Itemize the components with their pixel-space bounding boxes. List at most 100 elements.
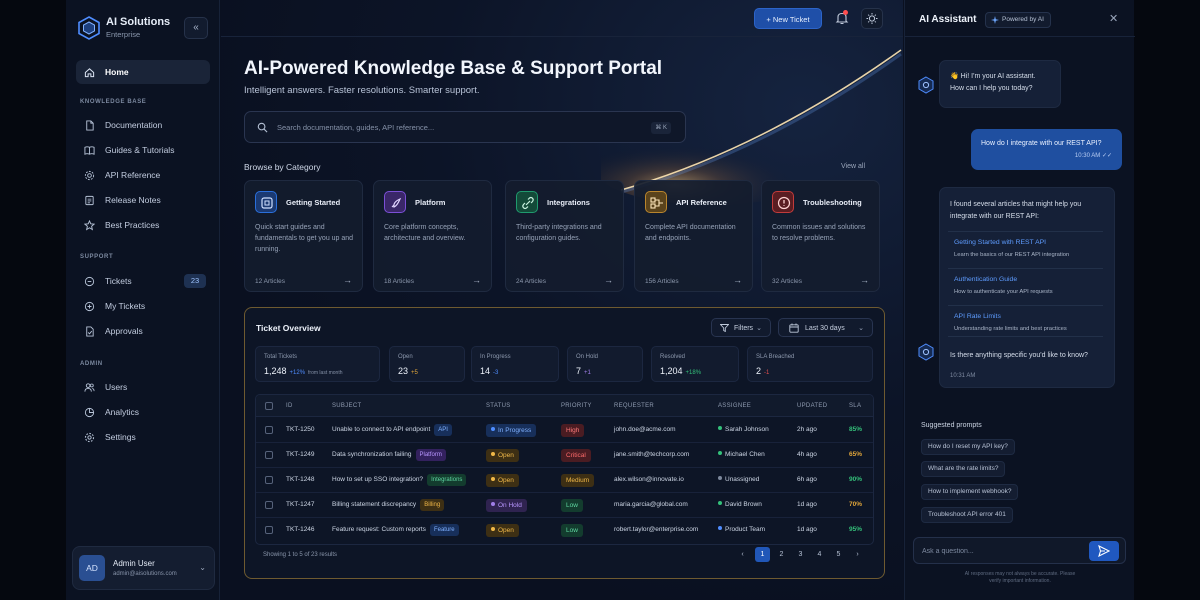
- ticket-subject[interactable]: Billing statement discrepancy: [332, 501, 416, 508]
- sidebar-item-release-notes[interactable]: Release Notes: [76, 188, 210, 212]
- pagination-page-4[interactable]: 4: [812, 547, 827, 562]
- table-row[interactable]: TKT-1247 Billing statement discrepancy Bi…: [256, 493, 873, 518]
- gear-icon: [84, 170, 95, 180]
- suggested-prompt[interactable]: What are the rate limits?: [921, 461, 1006, 477]
- send-button[interactable]: [1089, 541, 1119, 561]
- column-header-id[interactable]: ID: [286, 403, 293, 409]
- column-header-priority[interactable]: PRIORITY: [561, 403, 592, 409]
- sidebar-item-tickets[interactable]: Tickets 23: [76, 269, 210, 293]
- search-input[interactable]: [277, 118, 637, 136]
- sidebar-item-api-reference[interactable]: API Reference: [76, 163, 210, 187]
- pagination-page-2[interactable]: 2: [774, 547, 789, 562]
- sidebar: AI Solutions Enterprise « Home KNOWLEDGE…: [66, 0, 220, 600]
- table-row[interactable]: TKT-1248 How to set up SSO integration? I…: [256, 468, 873, 493]
- column-header-status[interactable]: STATUS: [486, 403, 511, 409]
- ticket-id[interactable]: TKT-1250: [286, 426, 315, 433]
- suggested-prompt[interactable]: How to implement webhook?: [921, 484, 1019, 500]
- pagination-next-button[interactable]: ›: [850, 547, 865, 562]
- row-checkbox[interactable]: [265, 476, 273, 484]
- row-checkbox[interactable]: [265, 426, 273, 434]
- table-row[interactable]: TKT-1250 Unable to connect to API endpoi…: [256, 418, 873, 443]
- stat-value: 2: [756, 366, 762, 376]
- category-title: Getting Started: [286, 198, 341, 207]
- suggested-prompt[interactable]: How do I reset my API key?: [921, 439, 1015, 455]
- row-checkbox[interactable]: [265, 501, 273, 509]
- column-header-updated[interactable]: UPDATED: [797, 403, 827, 409]
- view-all-link[interactable]: View all: [841, 163, 865, 170]
- row-checkbox[interactable]: [265, 451, 273, 459]
- status-text: Open: [498, 527, 514, 534]
- collapse-sidebar-button[interactable]: «: [184, 17, 208, 39]
- column-header-subject[interactable]: SUBJECT: [332, 403, 361, 409]
- column-header-sla[interactable]: SLA: [849, 403, 861, 409]
- category-card-platform[interactable]: Platform Core platform concepts, archite…: [373, 180, 492, 292]
- article-link-card[interactable]: Authentication Guide How to authenticate…: [948, 268, 1103, 298]
- pagination-summary: Showing 1 to 5 of 23 results: [263, 552, 338, 558]
- priority-badge: Low: [561, 499, 583, 512]
- ticket-id[interactable]: TKT-1249: [286, 451, 315, 458]
- suggested-prompt[interactable]: Troubleshoot API error 401: [921, 507, 1013, 523]
- category-card-getting-started[interactable]: Getting Started Quick start guides and f…: [244, 180, 363, 292]
- pagination-page-1[interactable]: 1: [755, 547, 770, 562]
- article-link-title[interactable]: Authentication Guide: [954, 274, 1017, 286]
- assistant-title: AI Assistant: [919, 14, 977, 25]
- user-profile-card[interactable]: AD Admin User admin@aisolutions.com ⌄: [72, 546, 215, 590]
- article-link-title[interactable]: API Rate Limits: [954, 311, 1001, 323]
- table-row[interactable]: TKT-1249 Data synchronization failing Pla…: [256, 443, 873, 468]
- article-link-title[interactable]: Getting Started with REST API: [954, 237, 1046, 249]
- sidebar-item-approvals[interactable]: Approvals: [76, 319, 210, 343]
- category-card-integrations[interactable]: Integrations Third-party integrations an…: [505, 180, 624, 292]
- article-link-card[interactable]: Getting Started with REST API Learn the …: [948, 231, 1103, 261]
- category-card-troubleshooting[interactable]: Troubleshooting Common issues and soluti…: [761, 180, 880, 292]
- notification-dot: [843, 10, 848, 15]
- close-icon[interactable]: ✕: [1109, 12, 1118, 25]
- pagination-prev-button[interactable]: ‹: [735, 547, 750, 562]
- ticket-subject[interactable]: Unable to connect to API endpoint: [332, 426, 430, 433]
- article-link-description: Understanding rate limits and best pract…: [954, 326, 1067, 332]
- column-header-requester[interactable]: REQUESTER: [614, 403, 654, 409]
- row-checkbox[interactable]: [265, 526, 273, 534]
- search-bar[interactable]: ⌘ K: [244, 111, 686, 143]
- user-email: admin@aisolutions.com: [113, 571, 177, 577]
- date-range-select[interactable]: Last 30 days ⌄: [778, 318, 873, 337]
- ticket-subject[interactable]: Feature request: Custom reports: [332, 526, 426, 533]
- table-row[interactable]: TKT-1246 Feature request: Custom reports…: [256, 518, 873, 543]
- ticket-id[interactable]: TKT-1248: [286, 476, 315, 483]
- sidebar-item-settings[interactable]: Settings: [76, 425, 210, 449]
- status-dot: [491, 427, 495, 432]
- topbar-divider: [221, 36, 903, 37]
- ask-question-input[interactable]: [922, 544, 1082, 558]
- pagination-page-5[interactable]: 5: [831, 547, 846, 562]
- new-ticket-button[interactable]: + New Ticket: [754, 8, 822, 29]
- article-link-card[interactable]: API Rate Limits Understanding rate limit…: [948, 305, 1103, 337]
- ticket-id[interactable]: TKT-1246: [286, 526, 315, 533]
- status-dot: [491, 477, 495, 482]
- status-dot: [491, 452, 495, 457]
- sidebar-item-analytics[interactable]: Analytics: [76, 400, 210, 424]
- pagination-page-3[interactable]: 3: [793, 547, 808, 562]
- category-card-api-reference[interactable]: API Reference Complete API documentation…: [634, 180, 753, 292]
- column-header-assignee[interactable]: ASSIGNEE: [718, 403, 751, 409]
- theme-toggle-button[interactable]: [861, 8, 883, 29]
- sidebar-item-home[interactable]: Home: [76, 60, 210, 84]
- ticket-subject[interactable]: Data synchronization failing: [332, 451, 412, 458]
- stat-delta: -1: [764, 370, 770, 376]
- sidebar-item-best-practices[interactable]: Best Practices: [76, 213, 210, 237]
- tickets-count-badge: 23: [184, 274, 206, 288]
- calendar-icon: [789, 323, 799, 333]
- select-all-checkbox[interactable]: [265, 402, 273, 410]
- ticket-id[interactable]: TKT-1247: [286, 501, 315, 508]
- ticket-subject-cell: Feature request: Custom reports Feature: [332, 524, 459, 536]
- alert-icon: [772, 191, 794, 213]
- sidebar-item-documentation[interactable]: Documentation: [76, 113, 210, 137]
- reply-outro: Is there anything specific you'd like to…: [950, 352, 1088, 359]
- ticket-subject[interactable]: How to set up SSO integration?: [332, 476, 423, 483]
- stat-value: 14: [480, 366, 491, 376]
- filters-button[interactable]: Filters ⌄: [711, 318, 771, 337]
- link-icon: [516, 191, 538, 213]
- disclaimer-line-1: AI responses may not always be accurate.…: [964, 571, 1076, 577]
- sidebar-item-my-tickets[interactable]: My Tickets: [76, 294, 210, 318]
- sidebar-item-guides[interactable]: Guides & Tutorials: [76, 138, 210, 162]
- stat-value-line: 2 -1: [756, 366, 769, 376]
- sidebar-item-users[interactable]: Users: [76, 375, 210, 399]
